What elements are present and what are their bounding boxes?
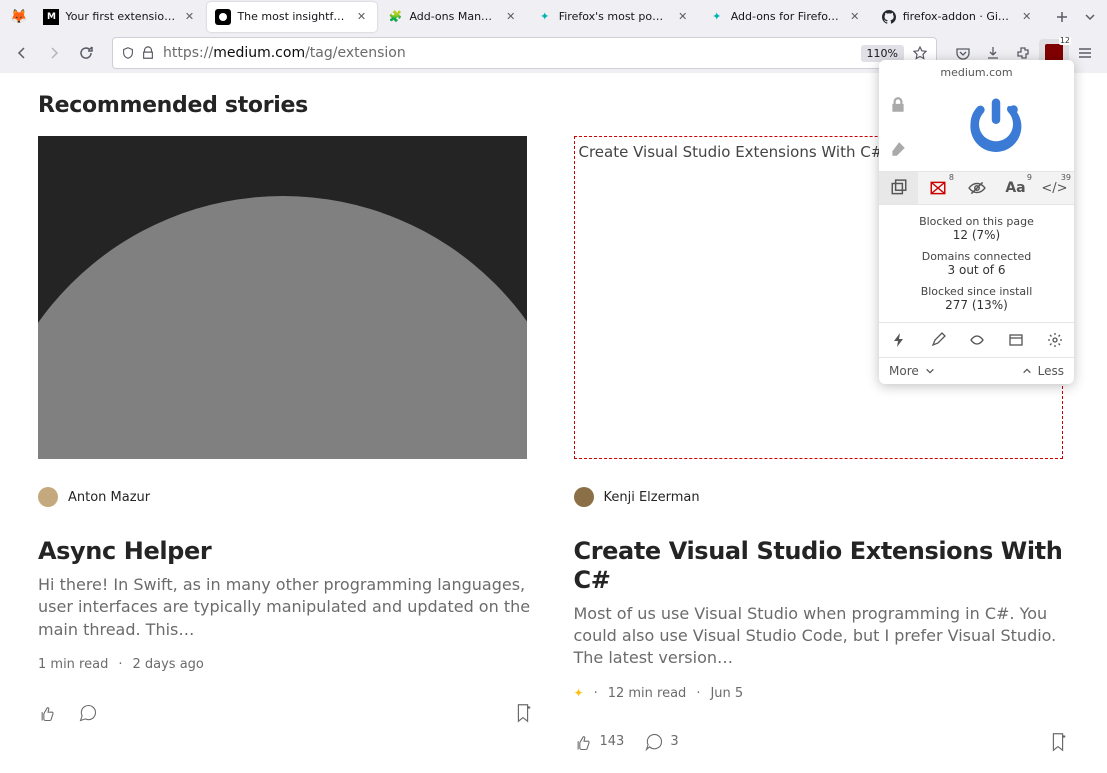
read-time: 12 min read (608, 686, 687, 701)
clap-button[interactable] (38, 703, 58, 723)
ublock-settings-button[interactable] (1035, 323, 1074, 357)
amo-favicon: ✦ (709, 9, 725, 25)
reload-button[interactable] (72, 39, 100, 67)
close-icon[interactable]: ✕ (181, 9, 197, 25)
ublock-popup-blocker[interactable] (879, 172, 918, 204)
menu-button[interactable] (1071, 39, 1099, 67)
ublock-fonts-blocker[interactable]: Aa9 (996, 172, 1035, 204)
tab-title: firefox-addon · GitHub Topics · (903, 10, 1013, 23)
story-title[interactable]: Async Helper (38, 537, 534, 566)
avatar[interactable] (574, 487, 594, 507)
lock-icon (141, 46, 155, 60)
new-tab-button[interactable] (1049, 3, 1075, 31)
byline: Kenji Elzerman (574, 487, 1070, 507)
ublock-logger-button[interactable] (957, 323, 996, 357)
ublock-eraser-button[interactable] (879, 127, 917, 171)
tab-title: Firefox's most popular and inno (559, 10, 669, 23)
amo-favicon: ✦ (537, 9, 553, 25)
story-meta: 1 min read · 2 days ago (38, 657, 534, 672)
story-image[interactable] (38, 136, 527, 459)
all-tabs-button[interactable] (1077, 3, 1103, 31)
firefox-logo[interactable]: 🦊 (4, 9, 33, 25)
ublock-scripts-blocker[interactable]: </>39 (1035, 172, 1074, 204)
zoom-level[interactable]: 110% (861, 45, 904, 62)
ublock-lock-button[interactable] (879, 83, 917, 127)
github-favicon (881, 9, 897, 25)
publish-date: Jun 5 (710, 686, 743, 701)
tab-4[interactable]: ✦ Add-ons for Firefox (en-US) ✕ (701, 2, 871, 32)
ublock-media-blocker[interactable]: 8 (918, 172, 957, 204)
ublock-zap-button[interactable] (879, 323, 918, 357)
close-icon[interactable]: ✕ (1019, 9, 1035, 25)
story-excerpt: Hi there! In Swift, as in many other pro… (38, 574, 534, 641)
story-card: Anton Mazur Async Helper Hi there! In Sw… (38, 136, 534, 753)
bookmark-star-icon[interactable] (912, 45, 928, 61)
close-icon[interactable]: ✕ (353, 9, 369, 25)
url-text: https://www.medium.com/tag/extension (163, 45, 853, 61)
ublock-more-button[interactable]: More (889, 364, 935, 378)
tab-title: The most insightful stories abo (237, 10, 347, 23)
close-icon[interactable]: ✕ (675, 9, 691, 25)
ublock-power-button[interactable] (917, 83, 1074, 171)
url-bar[interactable]: https://www.medium.com/tag/extension 110… (112, 37, 937, 69)
story-excerpt: Most of us use Visual Studio when progra… (574, 603, 1070, 670)
tab-3[interactable]: ✦ Firefox's most popular and inno ✕ (529, 2, 699, 32)
story-meta: ✦ · 12 min read · Jun 5 (574, 686, 1070, 701)
bookmark-button[interactable] (512, 702, 534, 724)
close-icon[interactable]: ✕ (847, 9, 863, 25)
tab-5[interactable]: firefox-addon · GitHub Topics · ✕ (873, 2, 1043, 32)
read-time: 1 min read (38, 657, 108, 672)
power-icon (962, 90, 1030, 158)
back-button[interactable] (8, 39, 36, 67)
story-actions (38, 702, 534, 724)
ublock-dashboard-button[interactable] (996, 323, 1035, 357)
clap-button[interactable]: 143 (574, 732, 625, 752)
byline: Anton Mazur (38, 487, 534, 507)
author-name[interactable]: Anton Mazur (68, 490, 150, 505)
ublock-cosmetic-filter[interactable] (957, 172, 996, 204)
tab-title: Add-ons Manager (409, 10, 496, 23)
shield-icon (121, 46, 135, 60)
story-title[interactable]: Create Visual Studio Extensions With C# (574, 537, 1070, 595)
comment-button[interactable]: 3 (644, 732, 678, 752)
avatar[interactable] (38, 487, 58, 507)
ublock-stats: Blocked on this page 12 (7%) Domains con… (879, 205, 1074, 322)
tab-bar: 🦊 M Your first extension - Mozilla | M ✕… (0, 0, 1107, 33)
ublock-picker-button[interactable] (918, 323, 957, 357)
tab-1[interactable]: The most insightful stories abo ✕ (207, 2, 377, 32)
addon-favicon: 🧩 (387, 9, 403, 25)
publish-date: 2 days ago (132, 657, 203, 672)
tab-title: Add-ons for Firefox (en-US) (731, 10, 841, 23)
forward-button[interactable] (40, 39, 68, 67)
bookmark-button[interactable] (1047, 731, 1069, 753)
close-icon[interactable]: ✕ (503, 9, 519, 25)
ublock-domain: medium.com (879, 60, 1074, 83)
tab-0[interactable]: M Your first extension - Mozilla | M ✕ (35, 2, 205, 32)
tab-2[interactable]: 🧩 Add-ons Manager ✕ (379, 2, 526, 32)
medium-favicon (215, 9, 231, 25)
member-star-icon: ✦ (574, 686, 584, 700)
author-name[interactable]: Kenji Elzerman (604, 490, 700, 505)
ublock-panel: medium.com 8 Aa9 </>39 Blocked on this p… (879, 60, 1074, 384)
ublock-less-button[interactable]: Less (1022, 364, 1064, 378)
ublock-badge: 12 (1059, 37, 1071, 45)
mdn-favicon: M (43, 9, 59, 25)
story-actions: 143 3 (574, 731, 1070, 753)
comment-button[interactable] (78, 703, 98, 723)
tab-title: Your first extension - Mozilla | M (65, 10, 175, 23)
